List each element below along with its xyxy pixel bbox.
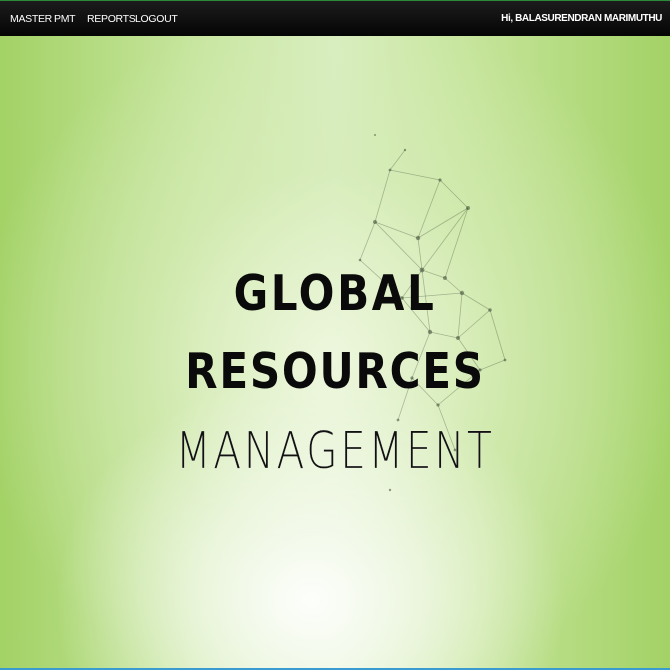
hero-title-management: MANAGEMENT	[175, 422, 495, 481]
nav-item-master[interactable]: MASTER	[10, 13, 52, 25]
hero-title-resources: RESOURCES	[185, 343, 485, 400]
nav-item-reports[interactable]: REPORTS	[87, 13, 136, 25]
hero-title-global: GLOBAL	[233, 265, 437, 322]
nav-item-logout[interactable]: LOGOUT	[135, 13, 178, 25]
nav-item-pmt[interactable]: PMT	[54, 13, 76, 25]
user-greeting: Hi, BALASURENDRAN MARIMUTHU	[501, 13, 662, 24]
top-navbar: MASTER PMT REPORTS LOGOUT Hi, BALASUREND…	[0, 0, 670, 36]
